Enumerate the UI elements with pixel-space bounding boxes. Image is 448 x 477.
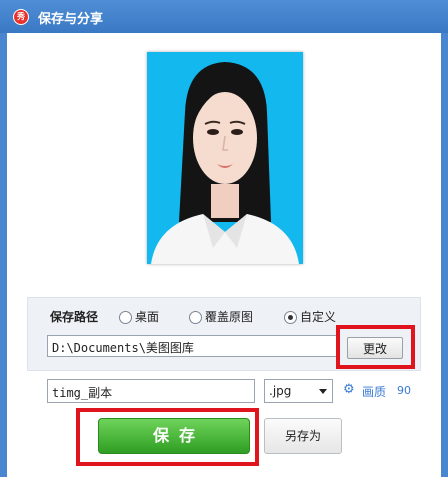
save-path-field[interactable]: D:\Documents\美图图库 — [47, 335, 339, 357]
photo-preview — [147, 52, 303, 264]
app-logo-icon: 秀 — [13, 9, 29, 25]
radio-custom-label[interactable]: 自定义 — [300, 308, 336, 325]
window-frame-right — [441, 33, 448, 477]
radio-custom[interactable] — [284, 311, 297, 324]
title-bar: 秀 保存与分享 — [0, 0, 448, 33]
window-frame-left — [0, 33, 7, 477]
filename-field[interactable]: timg_副本 — [47, 379, 255, 403]
format-select[interactable]: .jpg — [264, 379, 333, 403]
chevron-down-icon — [319, 389, 327, 394]
save-as-button[interactable]: 另存为 — [264, 418, 342, 454]
highlight-box-save — [76, 408, 259, 466]
radio-desktop[interactable] — [119, 311, 132, 324]
radio-desktop-label[interactable]: 桌面 — [135, 308, 159, 325]
quality-label[interactable]: 画质 — [362, 383, 386, 400]
radio-overwrite[interactable] — [189, 311, 202, 324]
quality-value: 90 — [397, 384, 411, 397]
gear-icon[interactable]: ⚙ — [343, 383, 356, 396]
highlight-box-change — [336, 325, 415, 369]
window-title: 保存与分享 — [38, 12, 104, 27]
save-path-label: 保存路径 — [50, 310, 99, 324]
radio-overwrite-label[interactable]: 覆盖原图 — [205, 308, 253, 325]
portrait-image — [147, 52, 303, 264]
format-select-value: .jpg — [269, 384, 292, 398]
